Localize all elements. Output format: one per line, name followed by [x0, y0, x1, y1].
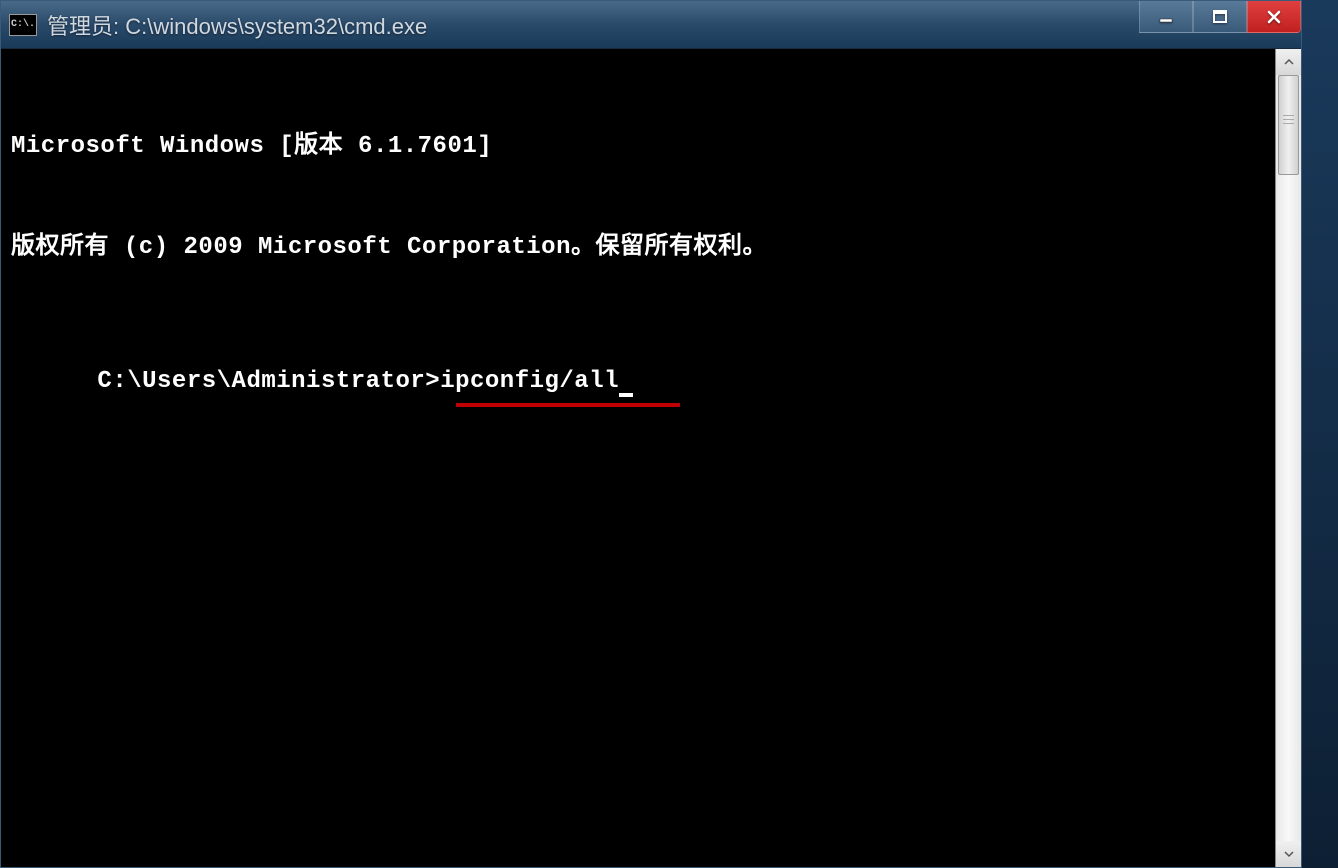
command-underline	[456, 403, 680, 407]
cmd-window: C:\. 管理员: C:\windows\system32\cmd.exe	[0, 0, 1302, 868]
scroll-up-button[interactable]	[1276, 49, 1301, 75]
cmd-icon-text: C:\.	[11, 19, 35, 30]
title-bar[interactable]: C:\. 管理员: C:\windows\system32\cmd.exe	[1, 1, 1301, 49]
cmd-icon: C:\.	[9, 14, 37, 36]
console-content[interactable]: Microsoft Windows [版本 6.1.7601] 版权所有 (c)…	[1, 49, 1275, 867]
chevron-up-icon	[1283, 56, 1295, 68]
cursor	[619, 393, 633, 397]
scroll-down-button[interactable]	[1276, 841, 1301, 867]
close-button[interactable]	[1247, 1, 1301, 33]
console-output-line: Microsoft Windows [版本 6.1.7601]	[11, 130, 1265, 164]
maximize-icon	[1212, 9, 1228, 25]
scroll-track[interactable]	[1276, 75, 1301, 841]
console-prompt-line: C:\Users\Administrator>ipconfig/all	[97, 365, 633, 399]
close-icon	[1265, 8, 1283, 26]
prompt-text: C:\Users\Administrator>	[97, 368, 440, 395]
scroll-thumb[interactable]	[1278, 75, 1299, 175]
minimize-icon	[1158, 9, 1174, 25]
chevron-down-icon	[1283, 848, 1295, 860]
console-output-line: 版权所有 (c) 2009 Microsoft Corporation。保留所有…	[11, 231, 1265, 265]
command-text: ipconfig/all	[440, 368, 619, 395]
window-title: 管理员: C:\windows\system32\cmd.exe	[47, 9, 427, 41]
maximize-button[interactable]	[1193, 1, 1247, 33]
minimize-button[interactable]	[1139, 1, 1193, 33]
vertical-scrollbar[interactable]	[1275, 49, 1301, 867]
window-controls	[1139, 1, 1301, 33]
console-area: Microsoft Windows [版本 6.1.7601] 版权所有 (c)…	[1, 49, 1301, 867]
